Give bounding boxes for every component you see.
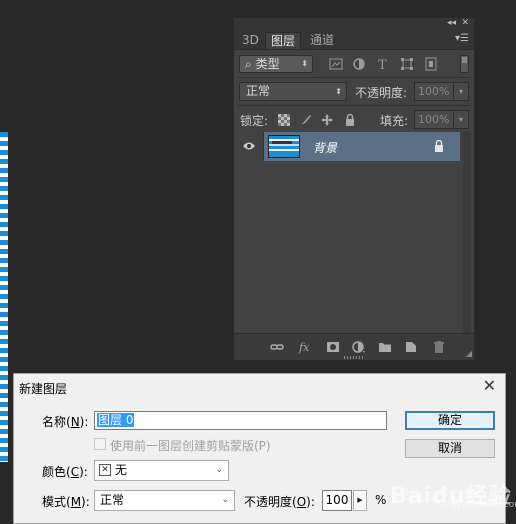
- layers-panel-footer: fx ◢: [234, 333, 474, 360]
- no-color-icon: ✕: [99, 464, 111, 476]
- link-layers-icon[interactable]: [270, 340, 284, 354]
- lock-position-icon[interactable]: [321, 114, 333, 126]
- layer-name-input[interactable]: 图层 0: [94, 411, 387, 430]
- layers-panel: ◂◂ ✕ 3D 图层 通道 ▾☰ ⌕ 类型 ⬍ T 正常 ⬍ 不透明度: 100…: [233, 17, 475, 361]
- shape-filter-icon[interactable]: [400, 57, 414, 71]
- filter-type-label: 类型: [255, 57, 280, 71]
- fill-value: 100%: [418, 113, 450, 126]
- panel-menu-icon[interactable]: ▾☰: [455, 33, 469, 44]
- filter-row: ⌕ 类型 ⬍ T: [234, 50, 474, 77]
- clip-mask-label: 使用前一图层创建剪贴蒙版(P): [110, 439, 271, 453]
- adjustment-filter-icon[interactable]: [352, 57, 366, 71]
- mode-select[interactable]: 正常 ⌄: [94, 490, 235, 511]
- chevron-down-icon: ⌄: [221, 495, 229, 505]
- opacity-field[interactable]: 100% ▾: [414, 82, 469, 101]
- panel-titlebar[interactable]: ◂◂ ✕: [234, 18, 474, 30]
- tab-channels[interactable]: 通道: [305, 32, 339, 49]
- pixel-filter-icon[interactable]: [329, 57, 343, 71]
- visibility-toggle[interactable]: [235, 132, 264, 161]
- blend-mode-select[interactable]: 正常 ⬍: [239, 82, 347, 101]
- tab-3d[interactable]: 3D: [237, 32, 264, 49]
- color-label: 颜色(C):: [42, 465, 88, 479]
- lock-row: 锁定: 填充: 100% ▾: [234, 106, 474, 133]
- canvas-edge-strip: [0, 132, 8, 462]
- blend-mode-value: 正常: [246, 84, 271, 98]
- chevron-down-icon[interactable]: ▾: [453, 83, 468, 100]
- updown-icon: ⬍: [335, 87, 342, 96]
- fx-icon[interactable]: fx: [298, 340, 312, 354]
- filter-type-select[interactable]: ⌕ 类型 ⬍: [239, 55, 313, 73]
- type-filter-icon[interactable]: T: [376, 57, 390, 71]
- fill-field[interactable]: 100% ▾: [414, 110, 469, 129]
- lock-image-pixels-icon[interactable]: [300, 114, 312, 126]
- adjustment-layer-icon[interactable]: [352, 340, 366, 354]
- opacity-value: 100%: [418, 85, 450, 98]
- name-label: 名称(N):: [42, 415, 89, 429]
- close-icon[interactable]: ✕: [483, 376, 496, 395]
- layer-name-value: 图层 0: [97, 413, 135, 427]
- search-icon: ⌕: [245, 57, 252, 71]
- mode-value: 正常: [100, 493, 125, 507]
- watermark-url: jingyan.baidu.com: [440, 500, 516, 510]
- opacity-slider-arrow-icon[interactable]: ▶: [353, 490, 367, 511]
- dialog-opacity-label: 不透明度(O):: [244, 495, 315, 509]
- dialog-title: 新建图层: [19, 382, 68, 396]
- panel-tabs: 3D 图层 通道 ▾☰: [234, 30, 474, 50]
- smart-object-filter-icon[interactable]: [424, 57, 438, 71]
- blend-row: 正常 ⬍ 不透明度: 100% ▾: [234, 78, 474, 105]
- dialog-opacity-input[interactable]: 100: [322, 490, 352, 511]
- collapse-icon[interactable]: ◂◂: [447, 18, 456, 28]
- chevron-down-icon[interactable]: ▾: [453, 111, 468, 128]
- resize-grip[interactable]: [344, 356, 364, 359]
- new-group-icon[interactable]: [378, 340, 392, 354]
- new-layer-icon[interactable]: [404, 340, 418, 354]
- fill-label: 填充:: [380, 114, 409, 128]
- filter-toggle-switch[interactable]: [460, 55, 469, 73]
- resize-handle-icon[interactable]: ◢: [466, 349, 472, 358]
- eye-icon[interactable]: [242, 141, 256, 151]
- updown-icon: ⬍: [301, 59, 308, 68]
- ok-button[interactable]: 确定: [405, 411, 495, 430]
- lock-label: 锁定:: [240, 114, 269, 128]
- color-select[interactable]: ✕ 无 ⌄: [94, 460, 229, 481]
- clip-mask-checkbox[interactable]: [94, 438, 106, 450]
- trash-icon[interactable]: [432, 340, 446, 354]
- add-mask-icon[interactable]: [326, 340, 340, 354]
- layers-list: 背景: [235, 131, 461, 333]
- layer-thumbnail: [268, 135, 300, 158]
- chevron-down-icon: ⌄: [215, 465, 223, 475]
- lock-transparent-pixels-icon[interactable]: [278, 114, 290, 126]
- lock-icon: [435, 140, 443, 152]
- close-icon[interactable]: ✕: [461, 18, 469, 28]
- tab-layers[interactable]: 图层: [265, 32, 302, 49]
- lock-all-icon[interactable]: [344, 114, 356, 126]
- layer-name: 背景: [313, 141, 338, 155]
- layers-scrollbar[interactable]: [463, 131, 471, 333]
- layer-row[interactable]: 背景: [235, 132, 460, 161]
- color-value: 无: [115, 463, 128, 477]
- cancel-button[interactable]: 取消: [405, 439, 495, 458]
- thumbnail-image: [269, 136, 299, 157]
- svg-text:fx: fx: [298, 341, 310, 354]
- percent-sign: %: [375, 493, 387, 507]
- mode-label: 模式(M):: [42, 495, 90, 509]
- svg-text:T: T: [378, 58, 387, 71]
- opacity-label: 不透明度:: [355, 86, 408, 100]
